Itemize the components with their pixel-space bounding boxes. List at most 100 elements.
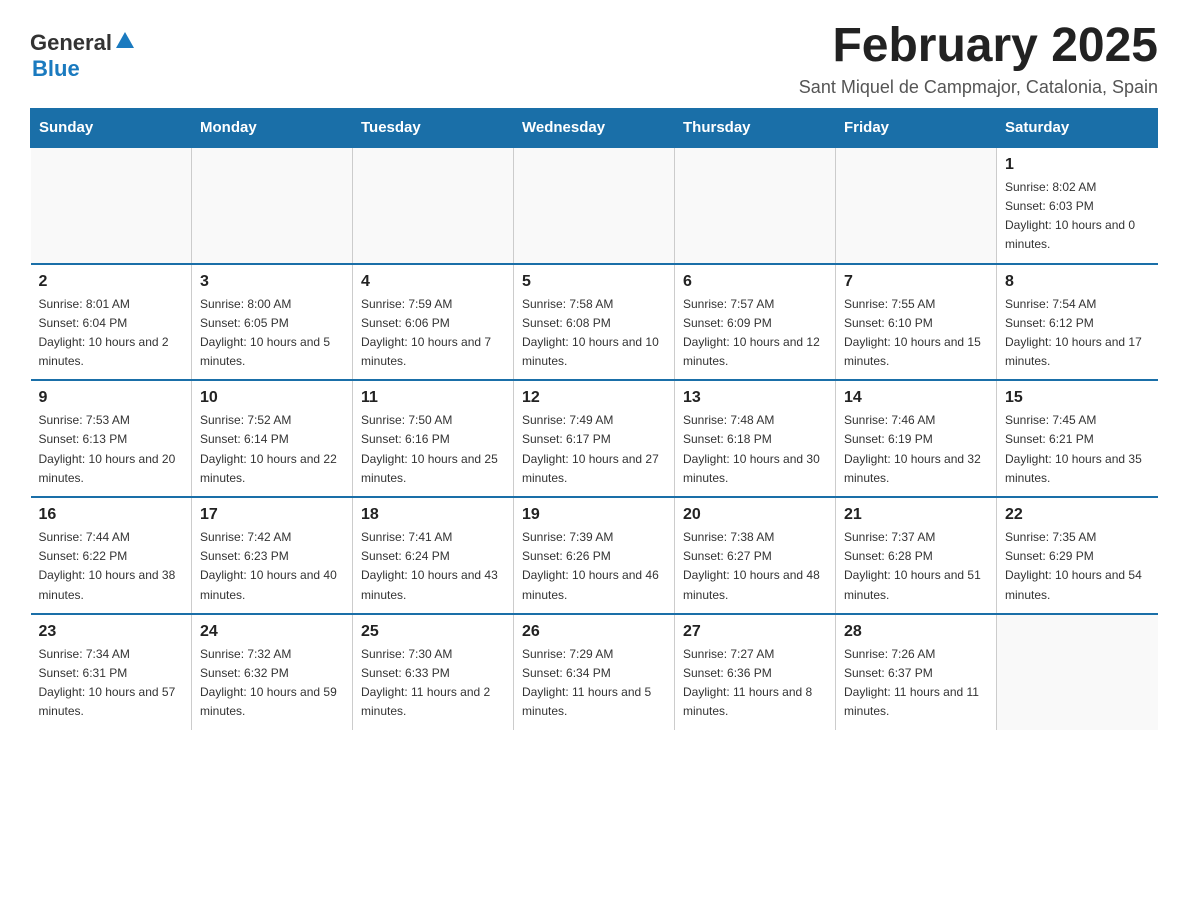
day-number: 26 bbox=[522, 623, 666, 641]
calendar-cell: 14 Sunrise: 7:46 AMSunset: 6:19 PMDayligh… bbox=[836, 380, 997, 497]
day-info: Sunrise: 7:32 AMSunset: 6:32 PMDaylight:… bbox=[200, 645, 344, 722]
calendar-cell: 19Sunrise: 7:39 AMSunset: 6:26 PMDayligh… bbox=[514, 497, 675, 614]
calendar-week-row: 16 Sunrise: 7:44 AMSunset: 6:22 PMDayligh… bbox=[31, 497, 1158, 614]
day-number: 2 bbox=[39, 273, 184, 291]
day-number: 13 bbox=[683, 389, 827, 407]
day-number: 22 bbox=[1005, 506, 1150, 524]
day-info: Sunrise: 7:44 AMSunset: 6:22 PMDaylight:… bbox=[39, 528, 184, 605]
day-info: Sunrise: 7:55 AMSunset: 6:10 PMDaylight:… bbox=[844, 295, 988, 372]
calendar-cell bbox=[836, 147, 997, 264]
calendar-cell bbox=[514, 147, 675, 264]
calendar-table: SundayMondayTuesdayWednesdayThursdayFrid… bbox=[30, 108, 1158, 730]
day-info: Sunrise: 8:01 AMSunset: 6:04 PMDaylight:… bbox=[39, 295, 184, 372]
day-info: Sunrise: 7:49 AMSunset: 6:17 PMDaylight:… bbox=[522, 411, 666, 488]
calendar-week-row: 23 Sunrise: 7:34 AMSunset: 6:31 PMDayligh… bbox=[31, 614, 1158, 730]
day-number: 18 bbox=[361, 506, 505, 524]
day-number: 1 bbox=[1005, 156, 1150, 174]
day-number: 6 bbox=[683, 273, 827, 291]
header: General Blue February 2025 Sant Miquel d… bbox=[30, 20, 1158, 98]
day-number: 11 bbox=[361, 389, 505, 407]
calendar-cell: 23 Sunrise: 7:34 AMSunset: 6:31 PMDayligh… bbox=[31, 614, 192, 730]
day-number: 3 bbox=[200, 273, 344, 291]
col-header-thursday: Thursday bbox=[675, 108, 836, 147]
calendar-header-row: SundayMondayTuesdayWednesdayThursdayFrid… bbox=[31, 108, 1158, 147]
day-info: Sunrise: 7:27 AMSunset: 6:36 PMDaylight:… bbox=[683, 645, 827, 722]
day-number: 17 bbox=[200, 506, 344, 524]
calendar-cell: 2 Sunrise: 8:01 AMSunset: 6:04 PMDaylight… bbox=[31, 264, 192, 381]
day-info: Sunrise: 7:45 AMSunset: 6:21 PMDaylight:… bbox=[1005, 411, 1150, 488]
title-area: February 2025 Sant Miquel de Campmajor, … bbox=[799, 20, 1158, 98]
day-info: Sunrise: 7:39 AMSunset: 6:26 PMDaylight:… bbox=[522, 528, 666, 605]
calendar-cell: 27 Sunrise: 7:27 AMSunset: 6:36 PMDayligh… bbox=[675, 614, 836, 730]
day-number: 27 bbox=[683, 623, 827, 641]
day-number: 23 bbox=[39, 623, 184, 641]
calendar-cell bbox=[353, 147, 514, 264]
col-header-saturday: Saturday bbox=[997, 108, 1158, 147]
day-info: Sunrise: 7:50 AMSunset: 6:16 PMDaylight:… bbox=[361, 411, 505, 488]
day-number: 20 bbox=[683, 506, 827, 524]
col-header-tuesday: Tuesday bbox=[353, 108, 514, 147]
day-info: Sunrise: 7:30 AMSunset: 6:33 PMDaylight:… bbox=[361, 645, 505, 722]
day-info: Sunrise: 7:46 AMSunset: 6:19 PMDaylight:… bbox=[844, 411, 988, 488]
calendar-cell bbox=[675, 147, 836, 264]
day-number: 15 bbox=[1005, 389, 1150, 407]
day-info: Sunrise: 7:34 AMSunset: 6:31 PMDaylight:… bbox=[39, 645, 184, 722]
logo-flag-icon bbox=[114, 30, 136, 50]
day-info: Sunrise: 7:54 AMSunset: 6:12 PMDaylight:… bbox=[1005, 295, 1150, 372]
calendar-cell: 16 Sunrise: 7:44 AMSunset: 6:22 PMDayligh… bbox=[31, 497, 192, 614]
calendar-cell bbox=[192, 147, 353, 264]
day-info: Sunrise: 7:37 AMSunset: 6:28 PMDaylight:… bbox=[844, 528, 988, 605]
calendar-cell bbox=[997, 614, 1158, 730]
day-number: 4 bbox=[361, 273, 505, 291]
calendar-cell: 5 Sunrise: 7:58 AMSunset: 6:08 PMDaylight… bbox=[514, 264, 675, 381]
day-info: Sunrise: 8:00 AMSunset: 6:05 PMDaylight:… bbox=[200, 295, 344, 372]
day-info: Sunrise: 7:29 AMSunset: 6:34 PMDaylight:… bbox=[522, 645, 666, 722]
day-number: 12 bbox=[522, 389, 666, 407]
calendar-cell: 3 Sunrise: 8:00 AMSunset: 6:05 PMDaylight… bbox=[192, 264, 353, 381]
day-info: Sunrise: 7:53 AMSunset: 6:13 PMDaylight:… bbox=[39, 411, 184, 488]
day-number: 9 bbox=[39, 389, 184, 407]
day-number: 7 bbox=[844, 273, 988, 291]
subtitle: Sant Miquel de Campmajor, Catalonia, Spa… bbox=[799, 77, 1158, 98]
calendar-cell: 13 Sunrise: 7:48 AMSunset: 6:18 PMDayligh… bbox=[675, 380, 836, 497]
day-number: 14 bbox=[844, 389, 988, 407]
calendar-cell: 25 Sunrise: 7:30 AMSunset: 6:33 PMDayligh… bbox=[353, 614, 514, 730]
day-number: 24 bbox=[200, 623, 344, 641]
col-header-friday: Friday bbox=[836, 108, 997, 147]
calendar-cell: 1Sunrise: 8:02 AMSunset: 6:03 PMDaylight… bbox=[997, 147, 1158, 264]
main-title: February 2025 bbox=[799, 20, 1158, 73]
day-info: Sunrise: 7:59 AMSunset: 6:06 PMDaylight:… bbox=[361, 295, 505, 372]
calendar-cell: 18 Sunrise: 7:41 AMSunset: 6:24 PMDayligh… bbox=[353, 497, 514, 614]
day-info: Sunrise: 7:26 AMSunset: 6:37 PMDaylight:… bbox=[844, 645, 988, 722]
calendar-week-row: 2 Sunrise: 8:01 AMSunset: 6:04 PMDaylight… bbox=[31, 264, 1158, 381]
logo-general-text: General bbox=[30, 30, 112, 56]
calendar-cell: 8Sunrise: 7:54 AMSunset: 6:12 PMDaylight… bbox=[997, 264, 1158, 381]
calendar-cell: 6Sunrise: 7:57 AMSunset: 6:09 PMDaylight… bbox=[675, 264, 836, 381]
calendar-cell bbox=[31, 147, 192, 264]
col-header-sunday: Sunday bbox=[31, 108, 192, 147]
day-info: Sunrise: 7:42 AMSunset: 6:23 PMDaylight:… bbox=[200, 528, 344, 605]
calendar-cell: 4 Sunrise: 7:59 AMSunset: 6:06 PMDaylight… bbox=[353, 264, 514, 381]
day-number: 28 bbox=[844, 623, 988, 641]
calendar-cell: 15 Sunrise: 7:45 AMSunset: 6:21 PMDayligh… bbox=[997, 380, 1158, 497]
day-number: 10 bbox=[200, 389, 344, 407]
day-info: Sunrise: 7:41 AMSunset: 6:24 PMDaylight:… bbox=[361, 528, 505, 605]
day-number: 25 bbox=[361, 623, 505, 641]
calendar-cell: 11 Sunrise: 7:50 AMSunset: 6:16 PMDayligh… bbox=[353, 380, 514, 497]
calendar-cell: 21Sunrise: 7:37 AMSunset: 6:28 PMDayligh… bbox=[836, 497, 997, 614]
calendar-cell: 9 Sunrise: 7:53 AMSunset: 6:13 PMDaylight… bbox=[31, 380, 192, 497]
calendar-week-row: 1Sunrise: 8:02 AMSunset: 6:03 PMDaylight… bbox=[31, 147, 1158, 264]
calendar-cell: 7 Sunrise: 7:55 AMSunset: 6:10 PMDaylight… bbox=[836, 264, 997, 381]
day-info: Sunrise: 7:52 AMSunset: 6:14 PMDaylight:… bbox=[200, 411, 344, 488]
calendar-cell: 22Sunrise: 7:35 AMSunset: 6:29 PMDayligh… bbox=[997, 497, 1158, 614]
calendar-week-row: 9 Sunrise: 7:53 AMSunset: 6:13 PMDaylight… bbox=[31, 380, 1158, 497]
calendar-cell: 26 Sunrise: 7:29 AMSunset: 6:34 PMDayligh… bbox=[514, 614, 675, 730]
col-header-monday: Monday bbox=[192, 108, 353, 147]
day-number: 16 bbox=[39, 506, 184, 524]
day-info: Sunrise: 7:58 AMSunset: 6:08 PMDaylight:… bbox=[522, 295, 666, 372]
day-info: Sunrise: 7:48 AMSunset: 6:18 PMDaylight:… bbox=[683, 411, 827, 488]
calendar-cell: 12 Sunrise: 7:49 AMSunset: 6:17 PMDayligh… bbox=[514, 380, 675, 497]
calendar-cell: 24 Sunrise: 7:32 AMSunset: 6:32 PMDayligh… bbox=[192, 614, 353, 730]
day-number: 5 bbox=[522, 273, 666, 291]
logo: General Blue bbox=[30, 30, 138, 82]
